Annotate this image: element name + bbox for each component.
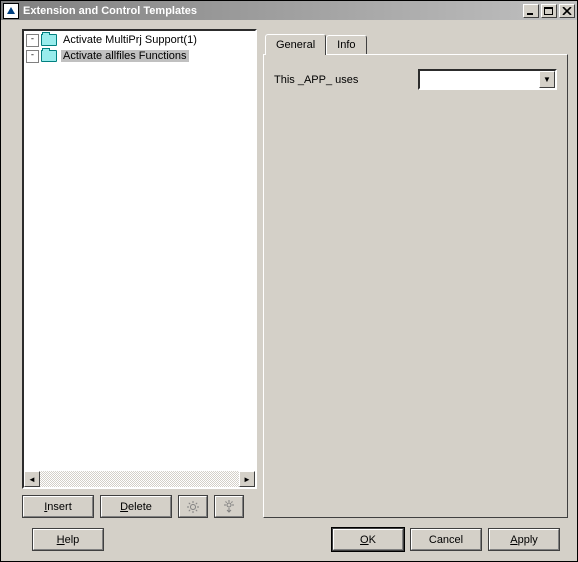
folder-icon <box>41 50 57 62</box>
this-app-uses-combo[interactable]: ▼ <box>418 69 557 90</box>
maximize-button[interactable] <box>541 4 557 18</box>
sun-icon <box>185 500 201 514</box>
apply-button[interactable]: Apply <box>488 528 560 551</box>
tab-page-general: This _APP_ uses ▼ <box>263 54 568 518</box>
tree-item-label: Activate allfiles Functions <box>61 50 189 62</box>
bottom-bar: Help OK Cancel Apply <box>4 518 574 561</box>
tree-buttons: Insert Delete <box>22 495 257 518</box>
scroll-right-button[interactable]: ► <box>239 471 255 487</box>
folder-icon <box>41 34 57 46</box>
combo-value <box>420 71 539 88</box>
delete-button[interactable]: Delete <box>100 495 172 518</box>
dialog-window: Extension and Control Templates - Activa… <box>0 0 578 562</box>
right-panel: General Info This _APP_ uses ▼ <box>263 29 568 518</box>
tab-general[interactable]: General <box>265 34 326 55</box>
tree-item[interactable]: - Activate allfiles Functions <box>24 48 255 64</box>
tab-bar: General Info <box>263 33 568 54</box>
chevron-down-icon[interactable]: ▼ <box>539 71 555 88</box>
move-down-button[interactable] <box>214 495 244 518</box>
field-label: This _APP_ uses <box>274 74 414 86</box>
ok-button[interactable]: OK <box>332 528 404 551</box>
field-this-app-uses: This _APP_ uses ▼ <box>274 69 557 90</box>
cancel-button[interactable]: Cancel <box>410 528 482 551</box>
move-up-button[interactable] <box>178 495 208 518</box>
expand-icon[interactable]: - <box>26 34 39 47</box>
scroll-track[interactable] <box>40 471 239 487</box>
tab-info[interactable]: Info <box>326 35 366 54</box>
insert-button[interactable]: Insert <box>22 495 94 518</box>
client-area: - Activate MultiPrj Support(1) - Activat… <box>1 20 577 561</box>
app-icon <box>3 3 19 19</box>
scroll-left-button[interactable]: ◄ <box>24 471 40 487</box>
close-button[interactable] <box>559 4 575 18</box>
window-title: Extension and Control Templates <box>23 5 521 17</box>
tree-item-label: Activate MultiPrj Support(1) <box>61 34 199 46</box>
template-tree[interactable]: - Activate MultiPrj Support(1) - Activat… <box>22 29 257 489</box>
expand-icon[interactable]: - <box>26 50 39 63</box>
horizontal-scrollbar[interactable]: ◄ ► <box>24 471 255 487</box>
minimize-button[interactable] <box>523 4 539 18</box>
titlebar: Extension and Control Templates <box>1 1 577 20</box>
left-panel: - Activate MultiPrj Support(1) - Activat… <box>22 29 257 518</box>
sun-down-icon <box>221 500 237 514</box>
help-button[interactable]: Help <box>32 528 104 551</box>
tree-item[interactable]: - Activate MultiPrj Support(1) <box>24 32 255 48</box>
